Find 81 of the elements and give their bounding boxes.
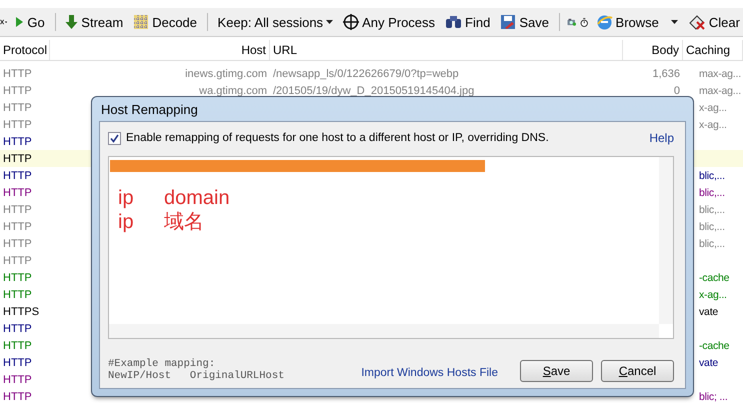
table-cell-text: HTTP [2,118,33,130]
table-cell-text: blic,... [698,204,726,216]
table-cell-text: blic,... [698,170,726,182]
table-cell-text: HTTP [2,322,33,334]
table-cell-text: HTTP [2,374,33,386]
toolbar-button[interactable]: Any Process [340,12,438,32]
checkbox-label[interactable]: Enable remapping of requests for one host to a different host or IP, overriding DNS. [126,132,549,144]
table-cell-text: HTTP [2,84,33,96]
table-cell-text: HTTP [2,170,33,182]
browse-button[interactable]: Browse [592,12,681,32]
column-header[interactable]: Protocol [0,40,50,60]
import-link[interactable]: Import Windows Hosts File [361,367,498,379]
table-cell-text: -cache [698,340,730,352]
eraser-icon [688,14,706,30]
table-cell-text: /201505/19/dyw_D_20150519145404.jpg [272,84,476,96]
table-cell-text: HTTP [2,152,33,164]
table-cell-text: blic,... [698,220,726,232]
editor-text: ip [118,210,135,234]
table-cell-text: vate [698,306,720,318]
save-icon [500,14,516,30]
keep-sessions-dropdown[interactable]: Keep: All sessions [214,12,336,32]
table-cell-text: 1,636 [651,68,681,80]
dialog-title: Host Remapping [101,102,198,116]
editor-text: ip [118,186,135,210]
mapping-editor[interactable]: ip domain ip 域名 [108,156,674,339]
down-arrow-icon [65,14,78,30]
table-cell-text: HTTP [2,272,33,284]
table-cell-text: -cache [698,272,730,284]
table-cell-text: x-ag... [698,288,728,300]
editor-text: 域名 [164,210,204,234]
vertical-scrollbar[interactable] [659,157,673,324]
binoculars-icon [445,15,462,29]
table-cell-text: HTTP [2,204,33,216]
editor-text: domain [164,186,230,210]
table-cell-text: HTTP [2,390,33,402]
grid-icon [133,14,150,30]
table-cell-text: max-ag... [698,84,742,96]
table-cell-text: x-ag... [698,118,728,130]
toolbar-button[interactable]: Find [442,12,494,32]
play-icon [14,16,24,28]
table-cell-text: HTTP [2,102,33,114]
crosshair-icon [343,14,360,30]
table-cell-text: HTTP [2,340,33,352]
column-header[interactable]: Body [623,40,683,60]
table-cell-text: 0 [672,84,681,96]
globe-icon [596,14,613,30]
column-header[interactable]: URL [270,40,623,60]
toolbar-button[interactable]: Save [497,12,552,32]
cancel-button[interactable]: Cancel [601,360,674,382]
table-cell-text: HTTP [2,238,33,250]
toolbar-button[interactable]: Stream [62,12,126,32]
table-cell-text: HTTP [2,254,33,266]
example-text: #Example mapping: [108,358,216,370]
table-cell-text: blic; ... [698,390,729,402]
column-header[interactable]: Host [50,40,270,60]
toolbar-button[interactable]: Decode [130,12,200,32]
table-cell-text: x-ag... [698,102,728,114]
caret-icon [670,20,678,24]
table-cell-text: max-ag... [698,68,742,80]
table-cell-text: HTTP [2,356,33,368]
table-cell-text: inews.gtimg.com [184,68,268,80]
table-cell-text: HTTP [2,68,33,80]
table-cell-text: blic,... [698,186,726,198]
toolbar-button[interactable]: Clear [684,12,743,32]
example-text: NewIP/Host OriginalURLHost [108,370,284,382]
table-cell-text: vate [698,356,720,368]
table-cell-text: HTTP [2,136,33,148]
table-cell-text: HTTP [2,186,33,198]
table-cell-text: HTTP [2,288,33,300]
save-button[interactable]: Save [520,360,593,382]
checkbox[interactable] [108,132,121,144]
help-link[interactable]: Help [649,131,674,145]
table-cell-text: wa.gtimg.com [198,84,268,96]
table-cell-text: HTTP [2,220,33,232]
table-cell-text: blic,... [698,238,726,250]
caret-icon [326,20,334,24]
column-header[interactable]: Caching [683,40,743,60]
horizontal-scrollbar[interactable] [109,324,659,338]
toolbar-button[interactable]: Go [11,12,48,32]
table-cell-text: /newsapp_ls/0/122626679/0?tp=webp [272,68,460,80]
table-cell-text: HTTPS [2,306,40,318]
